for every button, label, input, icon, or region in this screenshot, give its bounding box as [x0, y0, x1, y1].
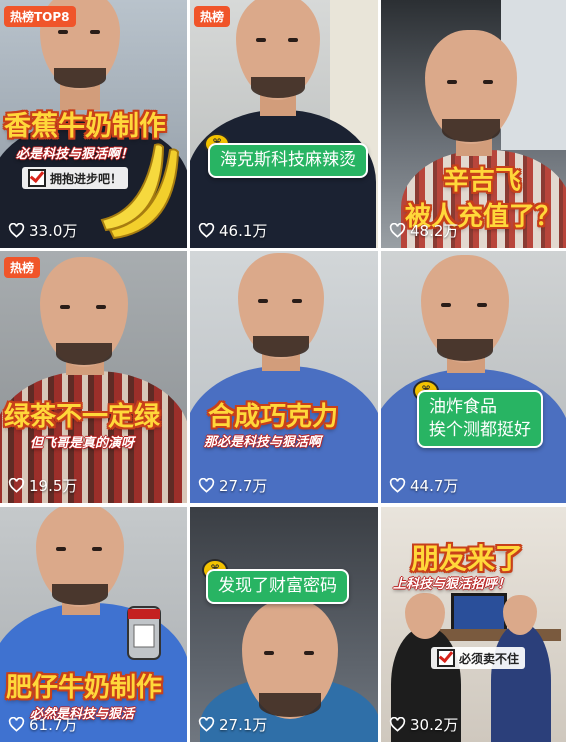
check-note: 必须卖不住 [431, 647, 526, 669]
video-card-2[interactable]: 热榜 ⌘ 海克斯科技麻辣烫 46.1万 [190, 0, 378, 248]
hot-badge: 热榜 [194, 6, 231, 27]
like-count: 19.5万 [8, 475, 77, 496]
video-tag: 发现了财富密码 [206, 569, 349, 604]
video-card-6[interactable]: ⌘ 油炸食品 挨个测都挺好 44.7万 [381, 251, 566, 503]
video-subtitle: 那必是科技与狠活啊 [204, 435, 322, 450]
like-count: 48.2万 [389, 220, 458, 241]
heart-outline-icon [198, 223, 215, 238]
like-count: 46.1万 [198, 220, 267, 241]
heart-outline-icon [389, 478, 406, 493]
video-title: 肥仔牛奶制作 [6, 673, 163, 703]
like-count: 61.7万 [8, 714, 77, 735]
hot-badge: 热榜 [4, 257, 41, 278]
heart-outline-icon [198, 717, 215, 732]
video-card-8[interactable]: ⌘ 发现了财富密码 27.1万 [190, 507, 378, 742]
milk-can-icon [127, 606, 161, 660]
heart-outline-icon [198, 478, 215, 493]
heart-outline-icon [8, 717, 25, 732]
video-title: 辛吉飞 [443, 166, 522, 196]
video-subtitle: 但飞哥是真的演呀 [30, 436, 135, 451]
like-count: 44.7万 [389, 475, 458, 496]
video-title: 朋友来了 [411, 542, 524, 575]
like-count: 30.2万 [389, 714, 458, 735]
heart-outline-icon [8, 478, 25, 493]
heart-outline-icon [8, 223, 25, 238]
video-title: 合成巧克力 [208, 402, 339, 432]
video-tag: 海克斯科技麻辣烫 [208, 143, 368, 178]
video-subtitle: 上科技与狠活招呼！ [393, 577, 511, 592]
video-card-5[interactable]: 合成巧克力 那必是科技与狠活啊 27.7万 [190, 251, 378, 503]
heart-outline-icon [389, 717, 406, 732]
video-subtitle: 必是科技与狠活啊！ [16, 147, 134, 162]
video-card-4[interactable]: 热榜 绿茶不一定绿 但飞哥是真的演呀 19.5万 [0, 251, 187, 503]
heart-outline-icon [389, 223, 406, 238]
video-tag: 油炸食品 挨个测都挺好 [417, 390, 543, 448]
video-title: 香蕉牛奶制作 [4, 111, 166, 142]
video-card-7[interactable]: 肥仔牛奶制作 必然是科技与狠活 61.7万 [0, 507, 187, 742]
video-card-3[interactable]: 辛吉飞 被人充值了？ 48.2万 [381, 0, 566, 248]
check-note: 拥抱进步吧！ [22, 167, 129, 189]
video-title: 绿茶不一定绿 [4, 402, 161, 432]
video-grid: 热榜TOP8 香蕉牛奶制作 必是科技与狠活啊！ 拥抱进步吧！ 33.0万 热榜 … [0, 0, 566, 742]
video-card-1[interactable]: 热榜TOP8 香蕉牛奶制作 必是科技与狠活啊！ 拥抱进步吧！ 33.0万 [0, 0, 187, 248]
monitor-icon [451, 593, 507, 633]
video-card-9[interactable]: 朋友来了 上科技与狠活招呼！ 必须卖不住 30.2万 [381, 507, 566, 742]
person-shirt-2 [491, 623, 551, 742]
like-count: 27.1万 [198, 714, 267, 735]
like-count: 27.7万 [198, 475, 267, 496]
hot-badge: 热榜TOP8 [4, 6, 76, 27]
checkbox-icon [28, 169, 46, 187]
like-count: 33.0万 [8, 220, 77, 241]
checkbox-icon [437, 649, 455, 667]
